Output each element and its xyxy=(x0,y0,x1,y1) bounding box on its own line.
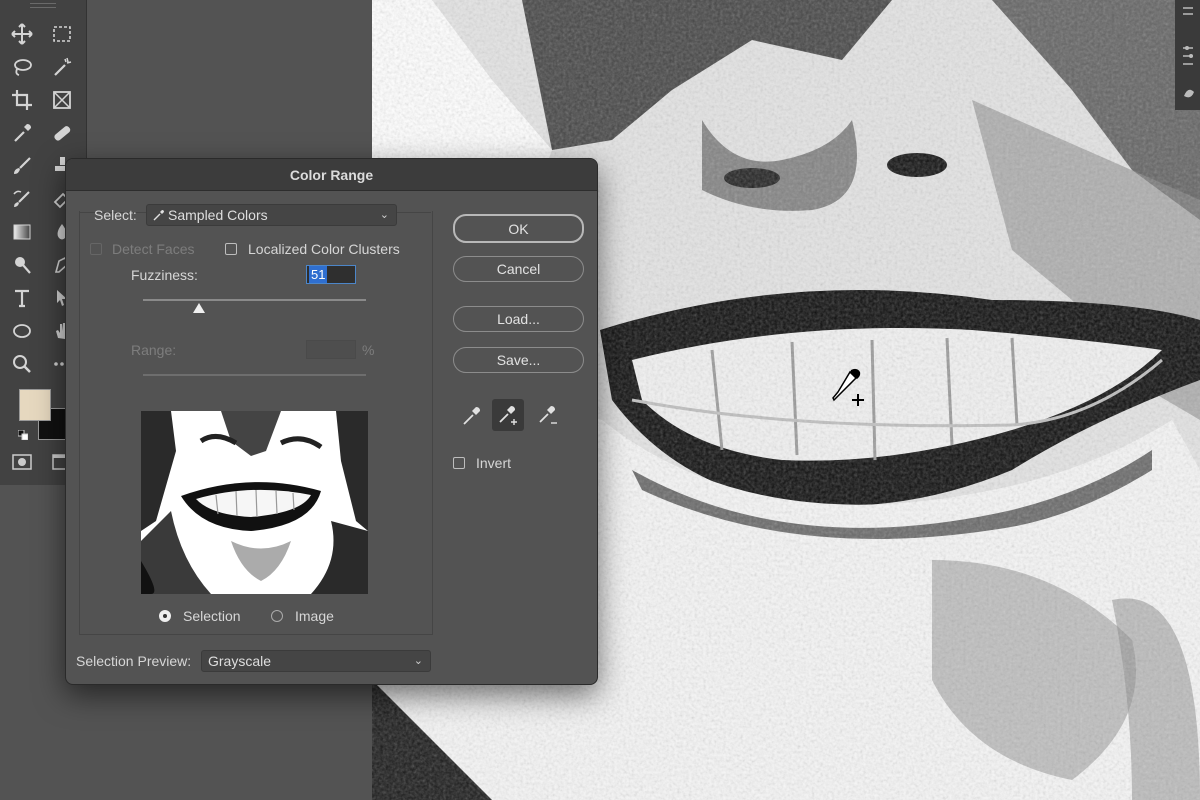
selection-preview-label: Selection Preview: xyxy=(76,653,192,669)
ellipse-icon[interactable] xyxy=(8,317,36,345)
brush-icon[interactable] xyxy=(8,152,36,180)
eyedropper-plus-icon[interactable] xyxy=(492,399,524,431)
default-colors-icon[interactable] xyxy=(18,430,28,440)
dialog-title: Color Range xyxy=(66,159,597,191)
chevron-down-icon: ⌄ xyxy=(413,655,423,667)
ok-button[interactable]: OK xyxy=(453,214,584,243)
select-value: Sampled Colors xyxy=(168,207,268,223)
color-range-dialog: Color Range Select: Sampled Colors ⌄ Det… xyxy=(65,158,598,685)
fuzziness-value: 51 xyxy=(309,266,328,283)
select-dropdown[interactable]: Sampled Colors ⌄ xyxy=(146,204,397,226)
panel-grip[interactable] xyxy=(30,3,56,8)
eyedropper-minus-icon[interactable] xyxy=(532,399,564,431)
type-icon[interactable] xyxy=(8,284,36,312)
chevron-down-icon: ⌄ xyxy=(379,209,389,221)
fuzziness-slider-thumb[interactable] xyxy=(193,303,205,313)
move-icon[interactable] xyxy=(8,20,36,48)
eyedropper-icon[interactable] xyxy=(456,399,488,431)
healing-icon[interactable] xyxy=(48,119,76,147)
range-label: Range: xyxy=(131,342,177,358)
selection-preview-dropdown[interactable]: Grayscale ⌄ xyxy=(201,650,431,672)
dodge-icon[interactable] xyxy=(8,251,36,279)
range-unit: % xyxy=(362,342,375,358)
detect-faces-checkbox[interactable] xyxy=(90,243,102,255)
select-label: Select: xyxy=(94,207,137,223)
gradient-icon[interactable] xyxy=(8,218,36,246)
preview-image xyxy=(141,411,368,594)
selection-preview-value: Grayscale xyxy=(208,653,272,669)
magic-wand-icon[interactable] xyxy=(48,53,76,81)
selection-radio[interactable] xyxy=(159,610,171,622)
lasso-icon[interactable] xyxy=(8,53,36,81)
range-slider-track[interactable] xyxy=(143,374,366,376)
eyedropper-icon[interactable] xyxy=(8,119,36,147)
selection-radio-label: Selection xyxy=(183,608,241,624)
sampled-eyedropper-icon xyxy=(153,210,164,221)
quick-mask-icon[interactable] xyxy=(12,454,32,470)
selection-preview-thumbnail xyxy=(141,411,368,594)
fuzziness-label: Fuzziness: xyxy=(131,267,198,283)
cancel-button[interactable]: Cancel xyxy=(453,256,584,282)
image-radio-label: Image xyxy=(295,608,334,624)
zoom-icon[interactable] xyxy=(8,350,36,378)
load-button[interactable]: Load... xyxy=(453,306,584,332)
detect-faces-label: Detect Faces xyxy=(112,241,195,257)
invert-checkbox[interactable] xyxy=(453,457,465,469)
panel-icons xyxy=(1183,7,1194,98)
localized-clusters-checkbox[interactable] xyxy=(225,243,237,255)
invert-label: Invert xyxy=(476,455,512,471)
fuzziness-input[interactable]: 51 xyxy=(306,265,356,284)
localized-clusters-label: Localized Color Clusters xyxy=(248,241,400,257)
image-radio[interactable] xyxy=(271,610,283,622)
history-brush-icon[interactable] xyxy=(8,185,36,213)
eyedropper-cursor-icon xyxy=(832,368,864,406)
crop-icon[interactable] xyxy=(8,86,36,114)
collapsed-panel-strip[interactable] xyxy=(1175,0,1200,110)
frame-icon[interactable] xyxy=(48,86,76,114)
range-input[interactable] xyxy=(306,340,356,359)
fuzziness-slider-track[interactable] xyxy=(143,299,366,301)
foreground-color-swatch[interactable] xyxy=(19,389,51,421)
marquee-icon[interactable] xyxy=(48,20,76,48)
group-border-right xyxy=(397,212,431,213)
save-button[interactable]: Save... xyxy=(453,347,584,373)
